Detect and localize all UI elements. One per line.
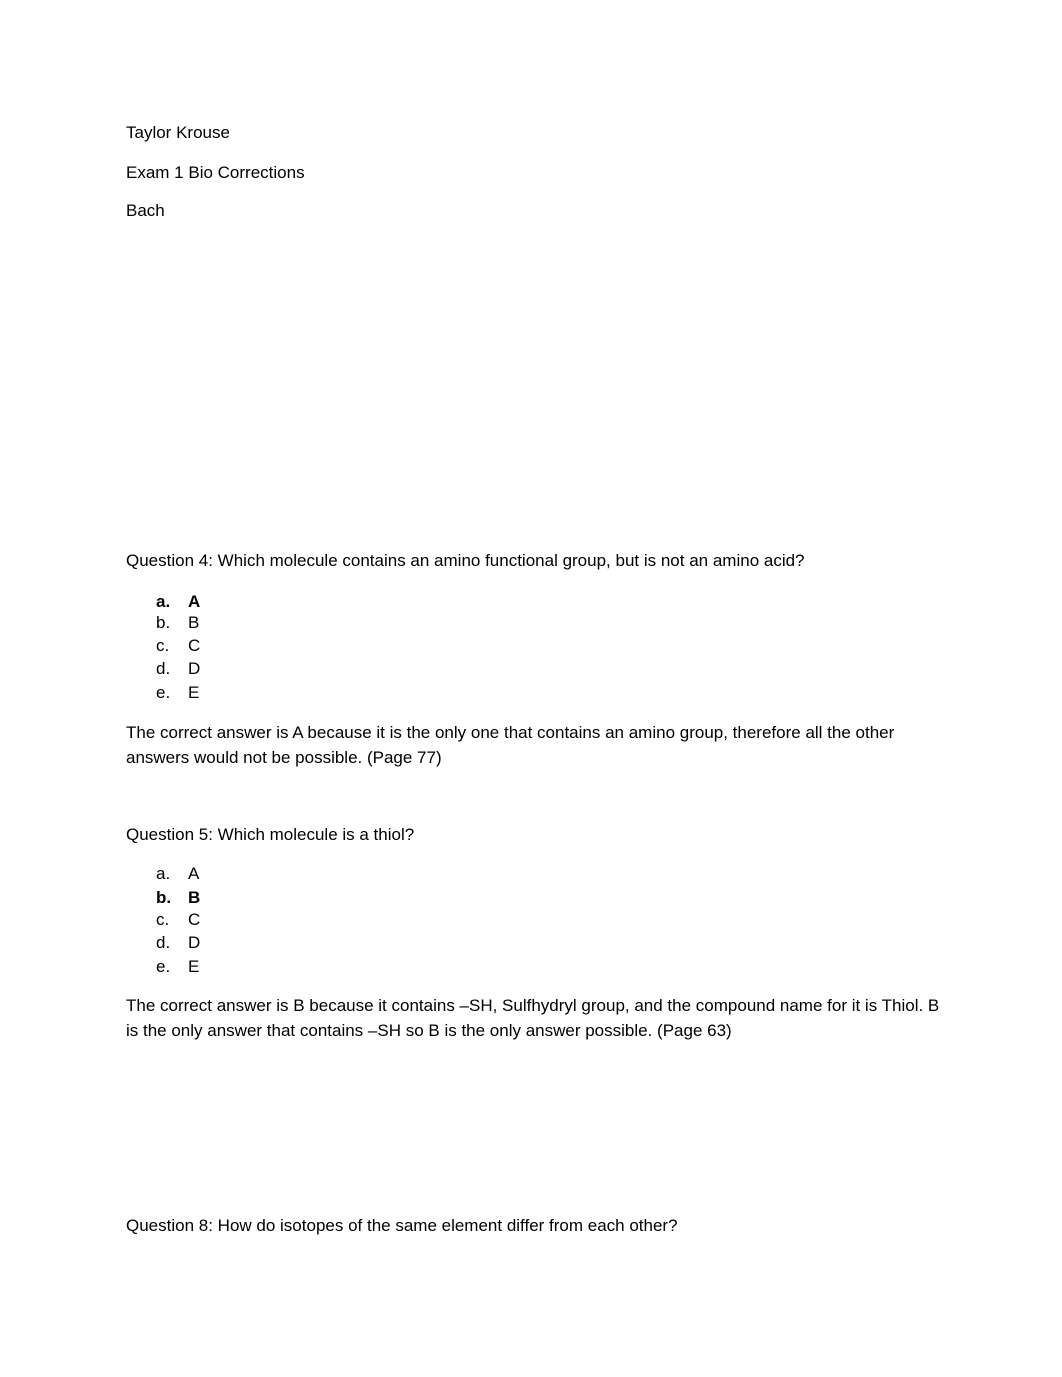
option-item: d. D <box>156 657 200 680</box>
option-text: B <box>188 613 200 632</box>
option-item: d. D <box>156 931 200 954</box>
option-text: D <box>188 933 201 952</box>
option-label: a. <box>156 592 171 611</box>
document-title: Exam 1 Bio Corrections <box>126 163 305 182</box>
option-item: a. A <box>156 862 199 885</box>
option-label: a. <box>156 864 171 883</box>
option-text: C <box>188 910 201 929</box>
option-label: b. <box>156 613 171 632</box>
option-item-selected: a. A <box>156 590 200 613</box>
option-text: A <box>188 592 201 611</box>
question-prompt: Question 8: How do isotopes of the same … <box>126 1216 678 1235</box>
option-text: C <box>188 636 201 655</box>
option-text: E <box>188 957 200 976</box>
option-item: e. E <box>156 955 199 978</box>
option-text: A <box>188 864 200 883</box>
option-item: c. C <box>156 908 200 931</box>
question-prompt: Question 4: Which molecule contains an a… <box>126 551 805 570</box>
option-label: d. <box>156 659 171 678</box>
question-prompt: Question 5: Which molecule is a thiol? <box>126 825 415 844</box>
author-name: Taylor Krouse <box>126 123 230 142</box>
option-text: E <box>188 683 200 702</box>
instructor-name: Bach <box>126 201 165 220</box>
option-item: b. B <box>156 611 199 634</box>
option-label: d. <box>156 933 171 952</box>
option-item-selected: b. B <box>156 886 200 909</box>
option-label: c. <box>156 636 170 655</box>
option-label: c. <box>156 910 170 929</box>
option-item: c. C <box>156 634 200 657</box>
option-item: e. E <box>156 681 199 704</box>
option-label: e. <box>156 957 171 976</box>
answer-explanation: The correct answer is A because it is th… <box>126 723 895 767</box>
option-text: D <box>188 659 201 678</box>
option-text: B <box>188 888 201 907</box>
option-label: e. <box>156 683 171 702</box>
answer-explanation: The correct answer is B because it conta… <box>126 996 940 1040</box>
option-label: b. <box>156 888 172 907</box>
